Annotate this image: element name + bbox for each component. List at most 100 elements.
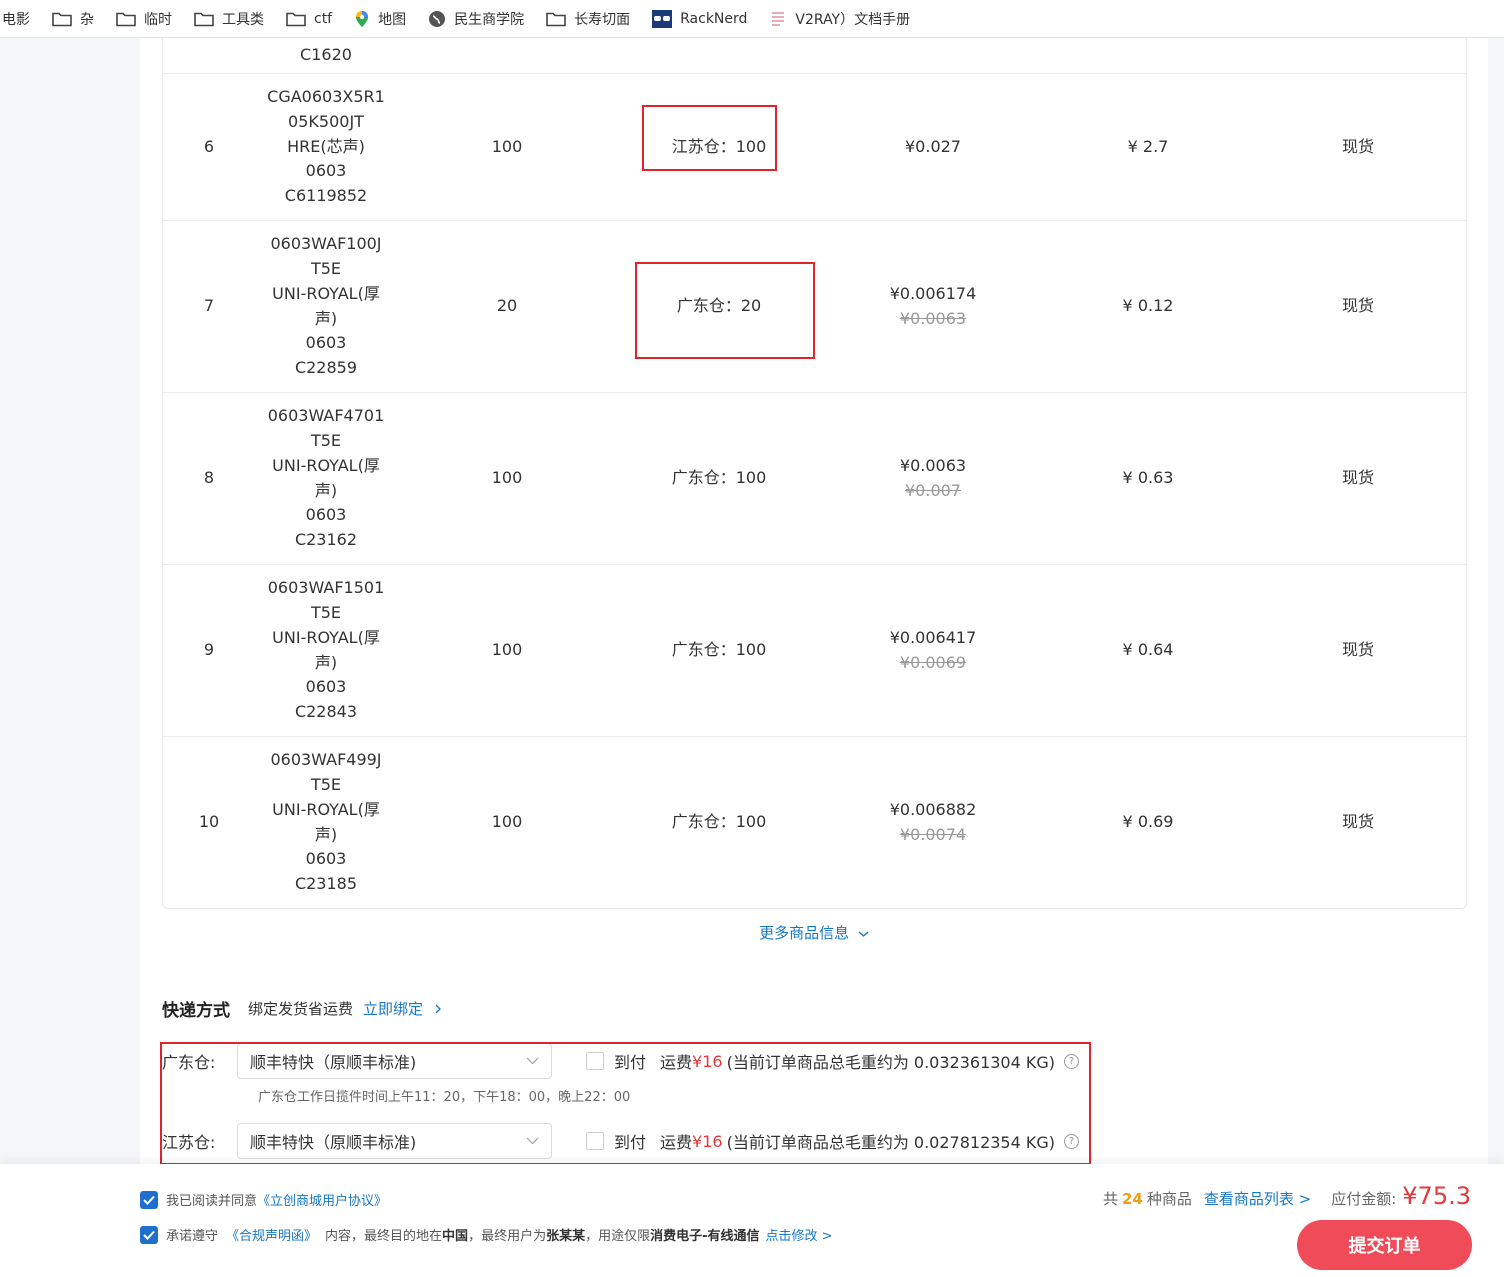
- modify-link[interactable]: 点击修改 >: [766, 1225, 833, 1244]
- part-line: C23185: [294, 873, 358, 893]
- comply-checkbox[interactable]: [140, 1225, 158, 1244]
- part-line: C1620: [300, 44, 352, 64]
- more-info-label[interactable]: 更多商品信息: [759, 924, 849, 942]
- original-price: ¥0.007: [905, 480, 961, 500]
- bookmark-map[interactable]: 地图: [354, 6, 406, 32]
- more-info-link[interactable]: 更多商品信息: [140, 922, 1488, 943]
- pickup-time-note: 广东仓工作日揽件时间上午11：20，下午18：00，晚上22：00: [258, 1090, 631, 1105]
- bookmark-msb[interactable]: 民生商学院: [428, 6, 524, 32]
- stock-status: 现货: [1341, 136, 1374, 156]
- cod-checkbox[interactable]: [586, 1132, 604, 1150]
- part-line: C22843: [294, 701, 358, 721]
- bookmark-label: 长寿切面: [574, 11, 631, 28]
- cod-label: 到付: [614, 1053, 647, 1072]
- count-prefix: 共: [1102, 1190, 1118, 1208]
- table-row: 6 CGA0603X5R1 05K500JT HRE(芯声) 0603 C611…: [163, 73, 1466, 220]
- comply-text: ，最终用户为: [468, 1229, 547, 1244]
- part-line: 0603: [305, 161, 347, 181]
- bookmark-label: RackNerd: [680, 10, 748, 27]
- part-line: 0603WAF4701: [267, 406, 385, 426]
- part-info: C1620: [255, 36, 397, 74]
- chevron-right-icon: [435, 1004, 441, 1013]
- unit-price: ¥0.006174 ¥0.0063: [853, 221, 1013, 392]
- part-line: UNI-ROYAL(厚: [272, 283, 380, 303]
- user-agreement-link[interactable]: 《立创商城用户协议》: [257, 1190, 387, 1209]
- bookmark-temp[interactable]: 临时: [116, 6, 172, 32]
- part-line: 0603: [305, 849, 347, 869]
- view-list-link[interactable]: 查看商品列表 >: [1204, 1188, 1311, 1209]
- bookmark-racknerd[interactable]: RackNerd: [652, 6, 747, 32]
- part-line: 0603: [305, 505, 347, 525]
- bind-hint: 绑定发货省运费: [248, 1000, 354, 1018]
- map-pin-icon: [356, 10, 369, 27]
- item-count: 24: [1121, 1190, 1143, 1208]
- part-line: T5E: [310, 259, 342, 279]
- price: ¥0.006174: [889, 283, 977, 303]
- shipping-row-guangdong: 广东仓: 顺丰特快（原顺丰标准) 到付 运费 ¥16 (当前订单商品总毛重约为 …: [162, 1043, 1080, 1079]
- part-line: C22859: [294, 357, 358, 377]
- compliance-link[interactable]: 《合规声明函》: [226, 1225, 317, 1244]
- table-row: 10 0603WAF499J T5E UNI-ROYAL(厚 声) 0603 C…: [163, 736, 1466, 908]
- bookmark-label: 地图: [378, 11, 407, 28]
- shipping-method-select[interactable]: 顺丰特快（原顺丰标准): [237, 1043, 552, 1079]
- part-line: 声): [314, 480, 338, 500]
- shipping-row-jiangsu: 江苏仓: 顺丰特快（原顺丰标准) 到付 运费 ¥16 (当前订单商品总毛重约为 …: [162, 1123, 1080, 1159]
- cod-label: 到付: [614, 1133, 647, 1152]
- warehouse-stock: 广东仓：100: [671, 812, 767, 832]
- usage: 消费电子-有线通信: [650, 1229, 760, 1244]
- part-line: 0603WAF499J: [270, 750, 382, 770]
- help-icon[interactable]: ?: [1064, 1053, 1080, 1069]
- bookmarks-bar: 电影 杂 临时 工具类 ctf 地图 民生商学院 长寿切面 RackNerd V…: [0, 0, 1504, 38]
- shipping-title: 快递方式: [162, 1001, 230, 1021]
- part-info: 0603WAF499J T5E UNI-ROYAL(厚 声) 0603 C231…: [255, 737, 397, 908]
- subtotal: ¥ 0.69: [1122, 812, 1174, 832]
- bookmark-label: 民生商学院: [454, 11, 525, 28]
- part-line: C23162: [294, 529, 358, 549]
- row-index: 9: [203, 640, 215, 660]
- part-info: 0603WAF1501 T5E UNI-ROYAL(厚 声) 0603 C228…: [255, 565, 397, 736]
- bookmark-v2ray[interactable]: V2RAY）文档手册: [769, 6, 910, 32]
- part-line: HRE(芯声): [287, 136, 365, 156]
- count-suffix: 种商品: [1146, 1190, 1192, 1208]
- subtotal: ¥ 0.63: [1122, 468, 1174, 488]
- racknerd-icon: [652, 9, 673, 28]
- fee-value: ¥16: [692, 1051, 723, 1071]
- stock-status: 现货: [1341, 812, 1374, 832]
- subtotal: ¥ 0.12: [1122, 296, 1174, 316]
- part-line: 0603WAF1501: [267, 578, 385, 598]
- part-line: UNI-ROYAL(厚: [272, 627, 380, 647]
- price: ¥0.006882: [889, 799, 977, 819]
- shipping-method-select[interactable]: 顺丰特快（原顺丰标准): [237, 1123, 552, 1159]
- order-summary: 共 24 种商品 查看商品列表 > 应付金额: ¥75.3: [1103, 1182, 1471, 1210]
- row-index: 10: [198, 812, 220, 832]
- bookmark-label: V2RAY）文档手册: [795, 11, 911, 28]
- part-line: 0603: [305, 333, 347, 353]
- stock-status: 现货: [1341, 296, 1374, 316]
- comply-text: 内容，最终目的地在: [325, 1229, 443, 1244]
- cod-checkbox[interactable]: [586, 1052, 604, 1070]
- globe-icon: [429, 10, 446, 27]
- product-table: C1620 6 CGA0603X5R1 05K500JT HRE(芯声) 060…: [162, 38, 1467, 909]
- doc-icon: [772, 11, 785, 26]
- submit-order-button[interactable]: 提交订单: [1297, 1220, 1472, 1270]
- table-row: 8 0603WAF4701 T5E UNI-ROYAL(厚 声) 0603 C2…: [163, 392, 1466, 564]
- bookmark-noodles[interactable]: 长寿切面: [546, 6, 630, 32]
- agree-text: 我已阅读并同意: [166, 1194, 258, 1209]
- bookmark-misc[interactable]: 杂: [52, 6, 94, 32]
- agree-checkbox[interactable]: [140, 1190, 158, 1209]
- part-line: UNI-ROYAL(厚: [272, 799, 380, 819]
- bookmark-ctf[interactable]: ctf: [286, 6, 332, 32]
- quantity: 100: [491, 640, 523, 660]
- fee-label: 运费: [660, 1133, 693, 1152]
- part-info: CGA0603X5R1 05K500JT HRE(芯声) 0603 C61198…: [255, 74, 397, 220]
- unit-price: ¥0.006417 ¥0.0069: [853, 565, 1013, 736]
- bookmark-movies[interactable]: 电影: [2, 6, 30, 32]
- help-icon[interactable]: ?: [1064, 1133, 1080, 1149]
- select-value: 顺丰特快（原顺丰标准): [250, 1053, 417, 1072]
- bookmark-tools[interactable]: 工具类: [194, 6, 264, 32]
- select-value: 顺丰特快（原顺丰标准): [250, 1133, 417, 1152]
- price: ¥0.006417: [889, 627, 977, 647]
- quantity: 100: [491, 468, 523, 488]
- warehouse-label: 广东仓:: [162, 1053, 216, 1072]
- bind-now-link[interactable]: 立即绑定: [363, 998, 423, 1019]
